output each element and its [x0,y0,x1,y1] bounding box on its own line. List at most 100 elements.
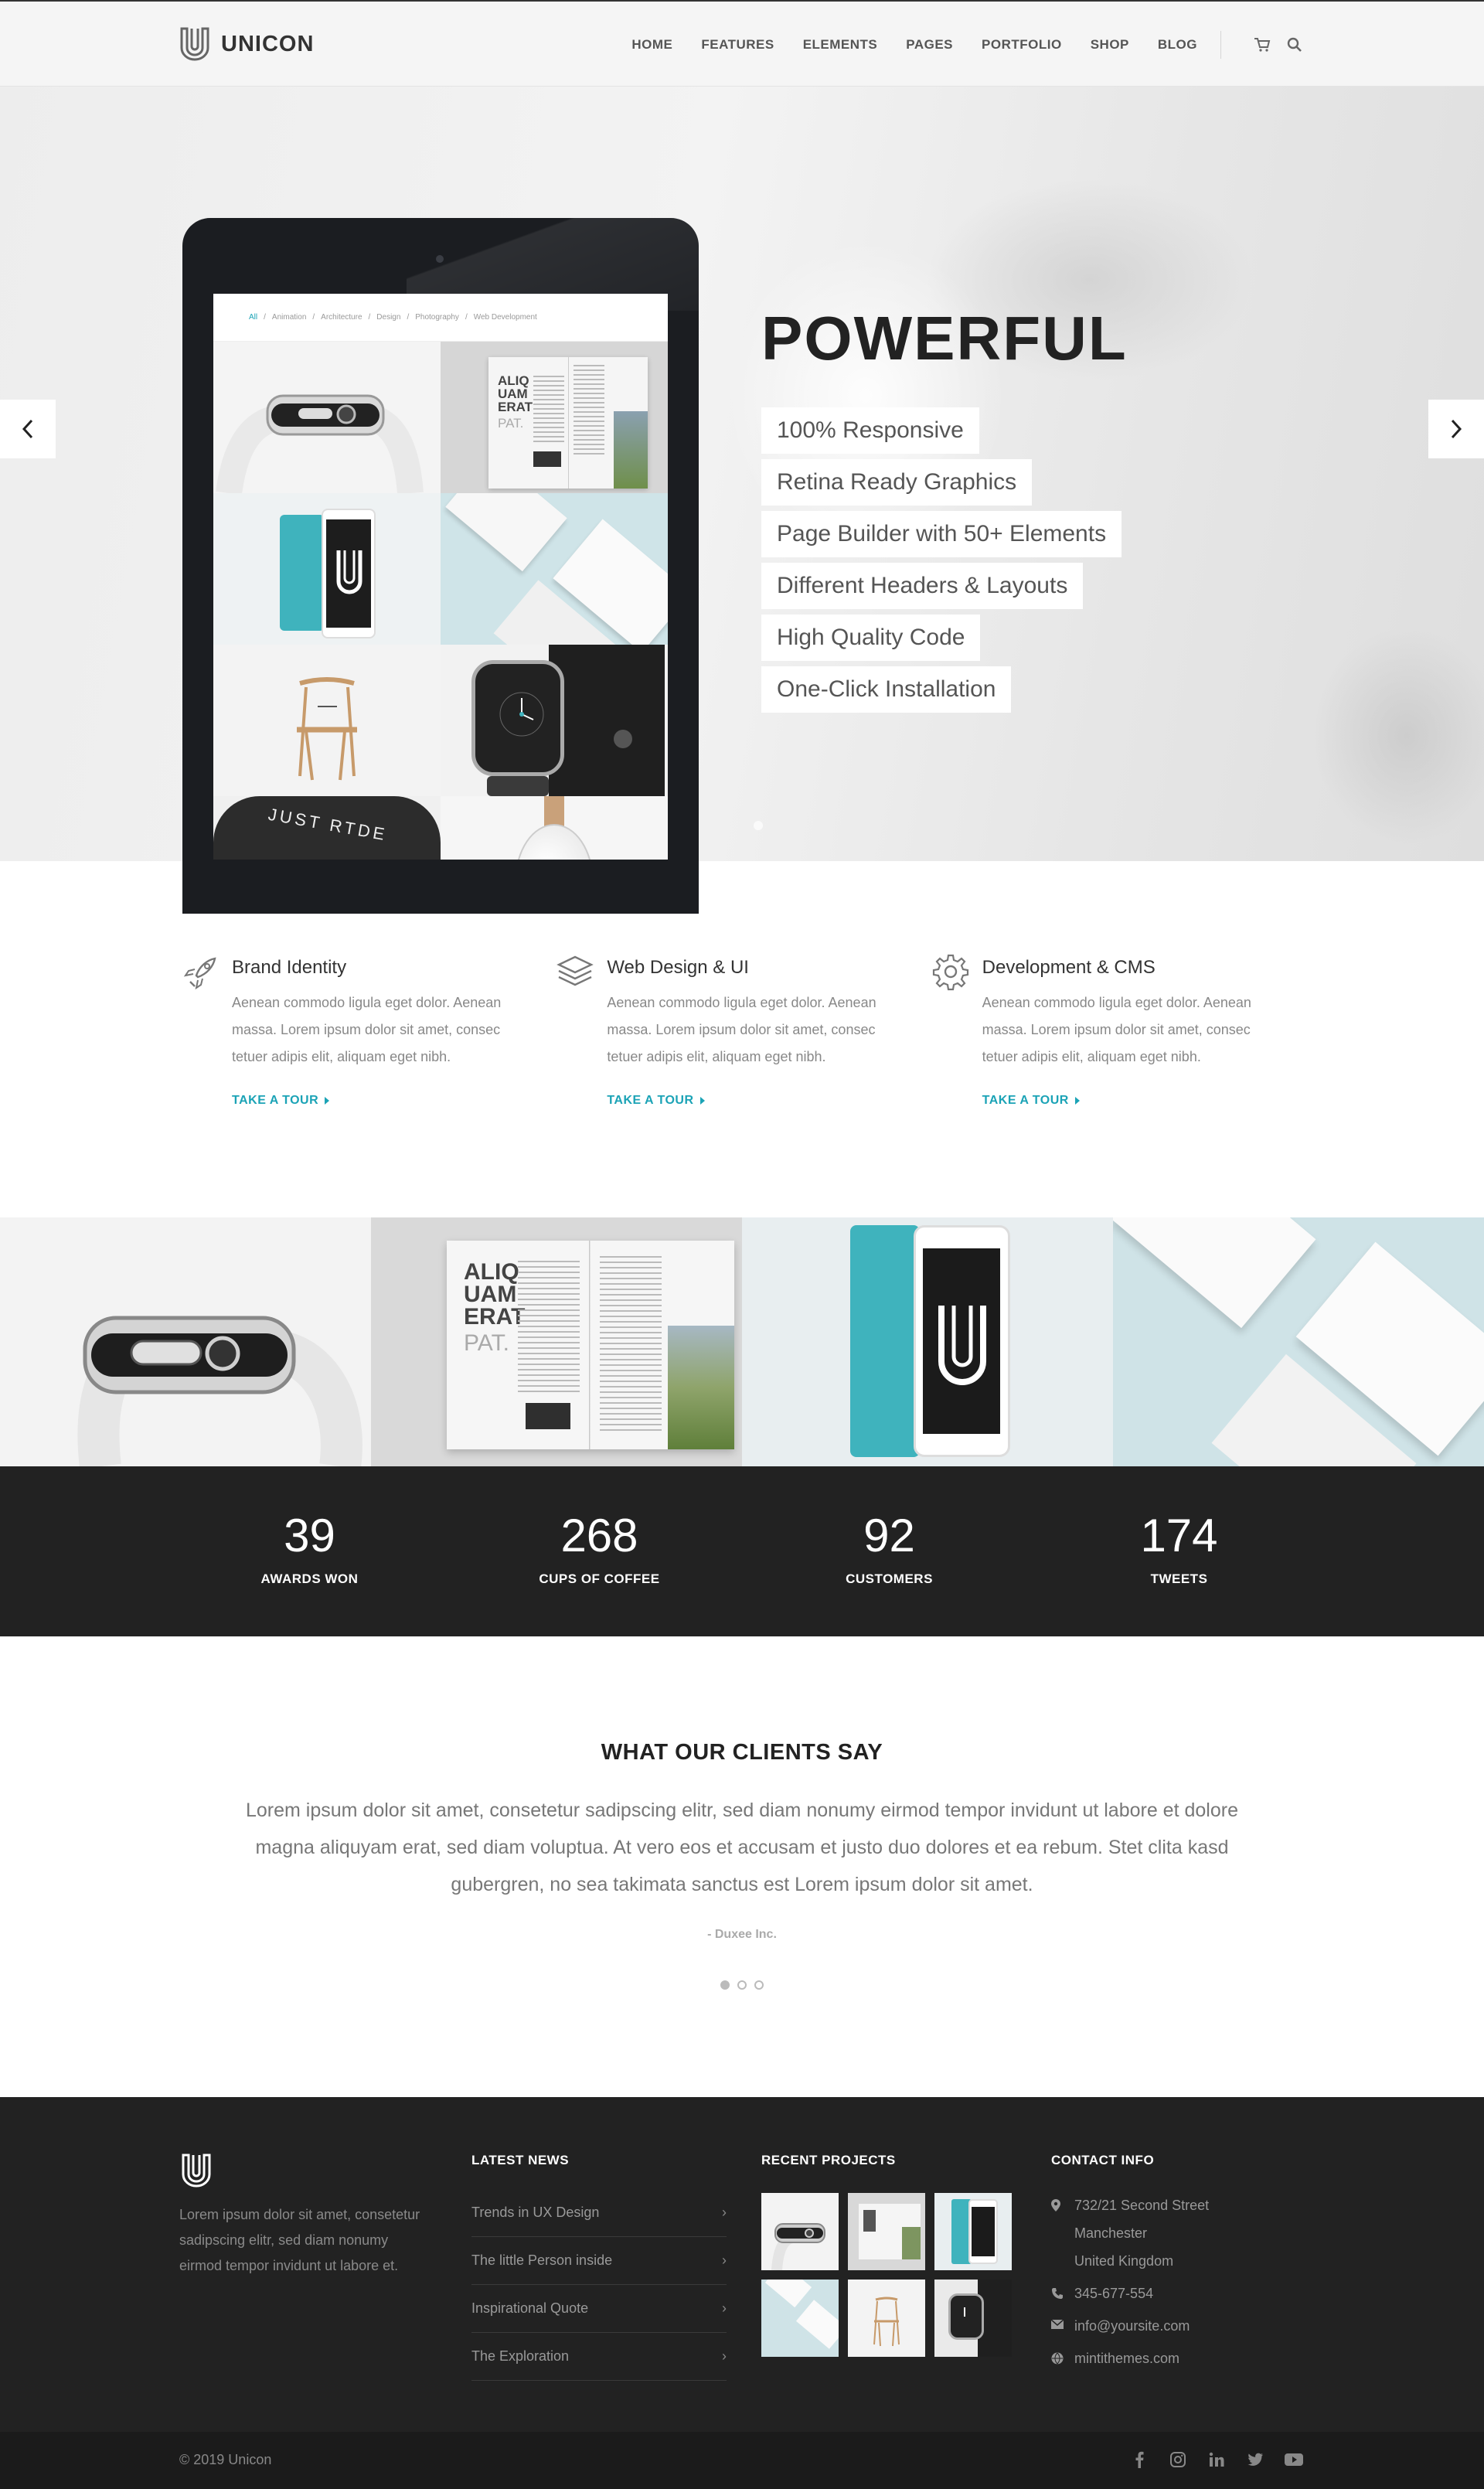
facebook-icon[interactable] [1128,2449,1150,2470]
address-line: Manchester [1074,2225,1148,2241]
logo[interactable]: UNICON [179,26,314,62]
project-thumb-magazine[interactable] [848,2193,925,2270]
nav-shop[interactable]: SHOP [1091,37,1129,53]
slider-dot[interactable] [754,821,763,830]
counter-value: 268 [560,1510,638,1561]
instagram-icon[interactable] [1167,2449,1189,2470]
phone-number[interactable]: 345-677-554 [1074,2280,1153,2307]
filter-animation[interactable]: Animation [272,313,306,322]
portfolio-thumb-hoodie[interactable]: JUST RTDE [213,796,441,860]
tablet-screen: All / Animation / Architecture / Design / Ph… [213,294,668,860]
testimonial-dot-active[interactable] [720,1980,730,1990]
take-a-tour-label: TAKE A TOUR [607,1094,694,1107]
youtube-icon[interactable] [1283,2449,1305,2470]
nav-portfolio[interactable]: PORTFOLIO [982,37,1062,53]
news-title: Trends in UX Design [471,2205,600,2220]
tablet-mockup: All / Animation / Architecture / Design / Ph… [182,218,699,914]
gallery-image-cards[interactable] [1113,1217,1484,1466]
filter-web-development[interactable]: Web Development [474,313,537,322]
brand-name: UNICON [221,31,315,56]
filter-photography[interactable]: Photography [415,313,459,322]
portfolio-thumb-cards[interactable] [441,493,668,645]
counter-tweets: 174 TWEETS [1034,1466,1324,1636]
rocket-icon [183,957,216,990]
slider-next-button[interactable] [1428,400,1484,458]
twitter-icon[interactable] [1244,2449,1266,2470]
cart-icon[interactable] [1252,35,1272,55]
news-item[interactable]: The little Person inside › [471,2237,727,2285]
hero-feature-item: One-Click Installation [761,666,1012,713]
nav-blog[interactable]: BLOG [1158,37,1197,53]
feature-text: Aenean commodo ligula eget dolor. Aenean… [232,995,502,1064]
gallery-image-tablet[interactable] [742,1217,1113,1466]
slider-prev-button[interactable] [0,400,56,458]
project-thumb-watch-black[interactable] [934,2280,1012,2357]
project-thumb-tablet[interactable] [934,2193,1012,2270]
chevron-right-icon: › [722,2205,727,2220]
counter-value: 92 [863,1510,915,1561]
caret-right-icon [325,1097,330,1105]
nav-elements[interactable]: ELEMENTS [803,37,878,53]
footer-heading: CONTACT INFO [1051,2153,1155,2167]
feature-development-cms: Development & CMS Aenean commodo ligula … [930,951,1305,1108]
portfolio-thumb-watch-black[interactable] [441,645,668,796]
email-link[interactable]: info@yoursite.com [1074,2312,1190,2340]
footer-heading: RECENT PROJECTS [761,2153,896,2167]
tablet-camera [436,255,444,263]
news-item[interactable]: Inspirational Quote › [471,2285,727,2333]
search-icon[interactable] [1285,35,1305,55]
page: UNICON HOME FEATURES ELEMENTS PAGES PORT… [0,0,1484,2489]
site-footer: Lorem ipsum dolor sit amet, consetetur s… [0,2097,1484,2432]
chevron-right-icon [1451,419,1462,439]
linkedin-icon[interactable] [1206,2449,1227,2470]
feature-web-design: Web Design & UI Aenean commodo ligula eg… [554,951,929,1108]
news-item[interactable]: Trends in UX Design › [471,2189,727,2237]
project-thumb-watch[interactable] [761,2193,839,2270]
globe-icon [1051,2352,1064,2365]
gallery-image-watch[interactable] [0,1217,371,1466]
news-list: Trends in UX Design › The little Person i… [471,2189,727,2381]
chevron-right-icon: › [722,2348,727,2364]
contact-address: 732/21 Second Street Manchester United K… [1051,2191,1209,2275]
nav-pages[interactable]: PAGES [906,37,953,53]
footer-recent-projects: RECENT PROJECTS [761,2153,1012,2357]
address-line: 732/21 Second Street [1074,2198,1210,2213]
portfolio-thumb-tablet-teal[interactable] [213,493,441,645]
counter-label: TWEETS [1150,1571,1208,1586]
take-a-tour-link[interactable]: TAKE A TOUR [982,1094,1284,1108]
hero-feature-item: Retina Ready Graphics [761,459,1033,506]
projects-grid [761,2193,1012,2357]
project-thumb-cards[interactable] [761,2280,839,2357]
gallery-image-magazine[interactable]: ALIQ UAM ERAT PAT. [371,1217,742,1466]
footer-logo-icon[interactable] [181,2153,212,2188]
filter-all[interactable]: All [249,313,257,322]
feature-text: Aenean commodo ligula eget dolor. Aenean… [982,995,1251,1064]
layers-icon [556,955,594,986]
project-thumb-chair[interactable] [848,2280,925,2357]
testimonial-quote: Lorem ipsum dolor sit amet, consetetur s… [246,1800,1238,1895]
nav-features[interactable]: FEATURES [701,37,774,53]
testimonial-dot[interactable] [737,1980,747,1990]
website-link[interactable]: mintithemes.com [1074,2344,1179,2372]
filter-architecture[interactable]: Architecture [321,313,362,322]
footer-contact-info: CONTACT INFO 732/21 Second Street Manche… [1051,2153,1209,2372]
footer-about: Lorem ipsum dolor sit amet, consetetur s… [179,2153,434,2279]
counter-awards: 39 AWARDS WON [165,1466,454,1636]
news-item[interactable]: The Exploration › [471,2333,727,2381]
contact-phone: 345-677-554 [1051,2280,1209,2307]
testimonial-dot[interactable] [754,1980,764,1990]
portfolio-thumb-magazine[interactable]: ALIQ UAM ERAT PAT. [441,342,668,493]
take-a-tour-link[interactable]: TAKE A TOUR [607,1094,908,1108]
portfolio-thumb-bottle[interactable] [441,796,668,860]
feature-text: Aenean commodo ligula eget dolor. Aenean… [607,995,876,1064]
feature-title: Development & CMS [982,957,1156,978]
hero-feature-item: Page Builder with 50+ Elements [761,511,1122,557]
image-gallery-strip: ALIQ UAM ERAT PAT. [0,1217,1484,1466]
portfolio-thumb-watch-white[interactable] [213,342,441,493]
counter-customers: 92 CUSTOMERS [744,1466,1034,1636]
gear-icon [932,954,968,991]
nav-home[interactable]: HOME [631,37,672,53]
take-a-tour-link[interactable]: TAKE A TOUR [232,1094,533,1108]
portfolio-thumb-chair[interactable] [213,645,441,796]
filter-design[interactable]: Design [376,313,400,322]
